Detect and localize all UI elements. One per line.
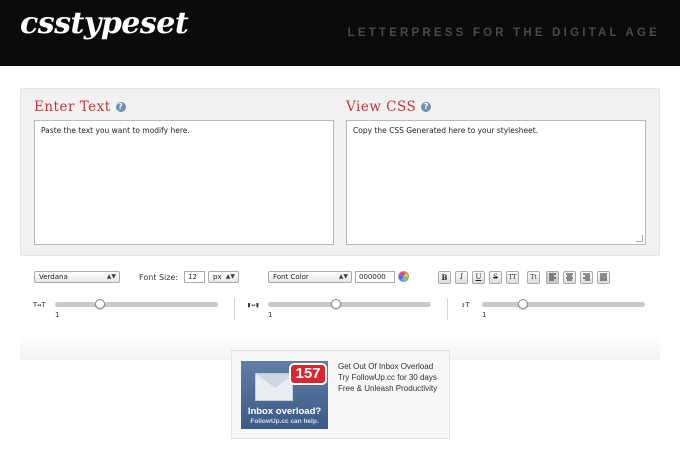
- align-right-icon: [583, 273, 590, 281]
- ad-image-subline: FollowUp.cc can help.: [250, 418, 319, 425]
- line-height-slider[interactable]: [482, 302, 645, 307]
- word-spacing-icon: ▮↔▮: [247, 301, 260, 309]
- align-left-button[interactable]: [546, 271, 559, 284]
- resize-grip-icon[interactable]: [636, 235, 643, 242]
- dropdown-arrow-icon: ▲▼: [106, 273, 116, 280]
- align-center-icon: [566, 273, 573, 281]
- view-css-title: View CSS: [346, 99, 417, 115]
- envelope-icon: [255, 373, 294, 401]
- capitalize-button[interactable]: Tt: [527, 271, 540, 284]
- text-input-area[interactable]: Paste the text you want to modify here.: [34, 120, 334, 245]
- line-height-handle[interactable]: [518, 299, 528, 309]
- font-unit-value: px: [213, 273, 222, 281]
- align-center-button[interactable]: [563, 271, 576, 284]
- site-header: csstypeset LETTERPRESS FOR THE DIGITAL A…: [0, 0, 680, 66]
- font-unit-select[interactable]: px ▲▼: [208, 271, 239, 283]
- letter-spacing-value: 1: [55, 311, 60, 319]
- dropdown-arrow-icon: ▲▼: [338, 273, 348, 280]
- typography-toolbar: Verdana ▲▼ Font Size: 12 px ▲▼ Font Colo…: [0, 258, 680, 338]
- font-family-select[interactable]: Verdana ▲▼: [34, 271, 120, 283]
- unread-count-badge: 157: [289, 363, 327, 385]
- underline-button[interactable]: U: [472, 271, 485, 284]
- divider: [234, 298, 235, 320]
- enter-text-heading: Enter Text ?: [34, 99, 126, 115]
- help-icon[interactable]: ?: [421, 102, 432, 112]
- font-size-input[interactable]: 12: [184, 271, 205, 283]
- divider: [447, 298, 448, 320]
- align-right-button[interactable]: [580, 271, 593, 284]
- dropdown-arrow-icon: ▲▼: [225, 273, 235, 280]
- letter-spacing-icon: T↔T: [33, 301, 46, 309]
- align-left-icon: [549, 273, 556, 281]
- letter-spacing-slider[interactable]: [55, 302, 218, 307]
- logo[interactable]: csstypeset: [20, 6, 189, 41]
- font-color-select[interactable]: Font Color ▲▼: [268, 271, 352, 283]
- view-css-heading: View CSS ?: [346, 99, 432, 115]
- line-height-value: 1: [482, 311, 487, 319]
- word-spacing-handle[interactable]: [331, 299, 341, 309]
- font-family-value: Verdana: [39, 273, 68, 281]
- justify-icon: [600, 273, 607, 281]
- editor-panel: Enter Text ? View CSS ? Paste the text y…: [20, 88, 660, 256]
- bold-button[interactable]: B: [438, 271, 451, 284]
- font-color-input[interactable]: 000000: [355, 271, 395, 283]
- ad-image-headline: Inbox overload?: [247, 406, 322, 417]
- word-spacing-slider[interactable]: [268, 302, 431, 307]
- ad-line-2[interactable]: Try FollowUp.cc for 30 days: [338, 373, 448, 382]
- advertisement[interactable]: 157 Inbox overload? FollowUp.cc can help…: [231, 350, 450, 439]
- line-height-icon: ↕T: [461, 301, 470, 309]
- ad-image[interactable]: 157 Inbox overload? FollowUp.cc can help…: [241, 361, 328, 429]
- word-spacing-value: 1: [268, 311, 273, 319]
- help-icon[interactable]: ?: [115, 102, 126, 112]
- css-output-area[interactable]: Copy the CSS Generated here to your styl…: [346, 120, 646, 245]
- ad-line-3[interactable]: Free & Unleash Productivity: [338, 384, 448, 393]
- strikethrough-button[interactable]: S: [489, 271, 502, 284]
- italic-button[interactable]: I: [455, 271, 468, 284]
- tagline: LETTERPRESS FOR THE DIGITAL AGE: [347, 27, 660, 39]
- uppercase-button[interactable]: TT: [506, 271, 519, 284]
- justify-button[interactable]: [597, 271, 610, 284]
- font-size-label: Font Size:: [139, 273, 179, 282]
- font-color-label: Font Color: [273, 273, 309, 281]
- color-picker-icon[interactable]: [398, 271, 409, 282]
- ad-line-1[interactable]: Get Out Of Inbox Overload: [338, 362, 448, 371]
- enter-text-title: Enter Text: [34, 99, 111, 115]
- css-output-text: Copy the CSS Generated here to your styl…: [353, 126, 539, 135]
- letter-spacing-handle[interactable]: [95, 299, 105, 309]
